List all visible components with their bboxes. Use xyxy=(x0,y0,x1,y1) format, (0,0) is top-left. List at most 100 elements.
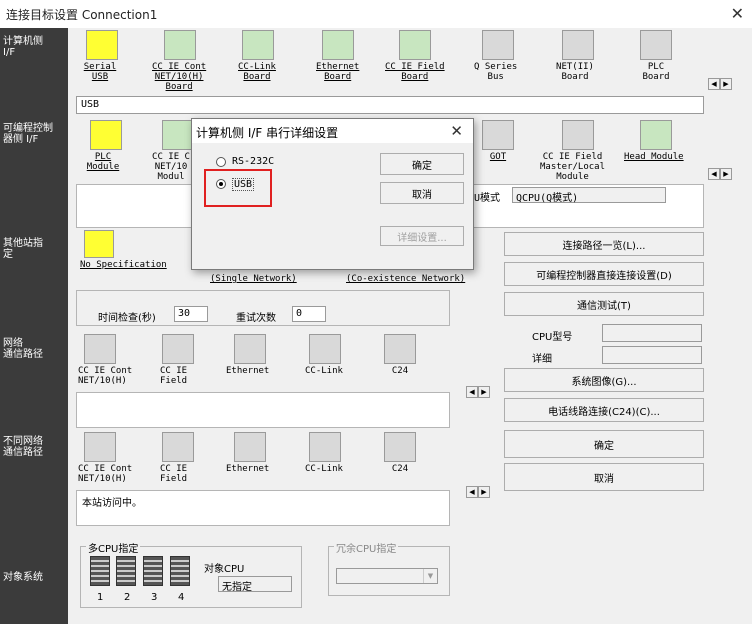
plc-mode-field: QCPU(Q模式) xyxy=(512,187,666,204)
close-icon[interactable]: ✕ xyxy=(731,4,744,23)
label-diff-network-route: 不同网络 通信路径 xyxy=(3,436,43,458)
single-network-label[interactable]: (Single Network) xyxy=(210,274,297,284)
redundant-cpu-group-label: 冗余CPU指定 xyxy=(334,540,399,555)
got-icon xyxy=(482,120,514,150)
cpu-4-icon[interactable] xyxy=(170,556,190,586)
net-ii-board-icon xyxy=(562,30,594,60)
cancel-button[interactable]: 取消 xyxy=(504,463,704,491)
direct-connect-button[interactable]: 可编程控制器直接连接设置(D) xyxy=(504,262,704,286)
ok-button[interactable]: 确定 xyxy=(504,430,704,458)
plc-if-cc-ie-module[interactable]: CC IE C NET/10 Modul xyxy=(148,120,194,182)
arrow-left-icon[interactable]: ◀ xyxy=(708,78,720,90)
usb-highlight-box xyxy=(204,169,272,207)
pc-if-label: Q Series Bus xyxy=(474,62,518,82)
c24-route-icon xyxy=(384,432,416,462)
label-network-route: 网络 通信路径 xyxy=(3,338,43,360)
no-spec-label: No Specification xyxy=(80,260,167,270)
coexistence-network-label[interactable]: (Co-existence Network) xyxy=(346,274,465,284)
plc-if-label: Head Module xyxy=(624,152,684,162)
plc-if-label: PLC Module xyxy=(86,152,120,172)
other-station-no-spec[interactable]: No Specification xyxy=(80,230,167,270)
cc-ie-module-icon xyxy=(162,120,194,150)
route-list-button[interactable]: 连接路径一览(L)... xyxy=(504,232,704,256)
pc-if-scroll-arrows[interactable]: ◀ ▶ xyxy=(708,78,732,90)
cpu-3-icon[interactable] xyxy=(143,556,163,586)
dialog-ok-button[interactable]: 确定 xyxy=(380,153,464,175)
plc-if-head-module[interactable]: Head Module xyxy=(624,120,684,162)
arrow-left-icon[interactable]: ◀ xyxy=(466,386,478,398)
arrow-left-icon[interactable]: ◀ xyxy=(466,486,478,498)
serial-detail-dialog: 计算机侧 I/F 串行详细设置 ✕ RS-232C USB 确定 取消 详细设置… xyxy=(191,118,474,270)
network-route-item[interactable]: CC IE Cont NET/10(H) xyxy=(78,334,132,386)
arrow-right-icon[interactable]: ▶ xyxy=(478,486,490,498)
cpu-num: 4 xyxy=(178,592,185,603)
pc-if-net-ii[interactable]: NET(II) Board xyxy=(556,30,594,82)
arrow-right-icon[interactable]: ▶ xyxy=(720,168,732,180)
network-route-item[interactable]: CC IE Field xyxy=(160,334,194,386)
system-image-button[interactable]: 系统图像(G)... xyxy=(504,368,704,392)
time-check-input[interactable]: 30 xyxy=(174,306,208,322)
diff-network-item-label: C24 xyxy=(391,464,409,474)
cc-link-board-icon xyxy=(242,30,274,60)
pc-if-label: Serial USB xyxy=(83,62,117,82)
plc-if-got[interactable]: GOT xyxy=(482,120,514,162)
network-route-detail-box xyxy=(76,392,450,428)
comm-test-button[interactable]: 通信测试(T) xyxy=(504,292,704,316)
pc-if-serial-usb[interactable]: Serial USB xyxy=(82,30,118,82)
pc-if-label: PLC Board xyxy=(642,62,670,82)
dialog-title-bar: 计算机侧 I/F 串行详细设置 ✕ xyxy=(192,119,473,143)
network-route-arrows[interactable]: ◀ ▶ xyxy=(466,386,490,398)
diff-network-item[interactable]: C24 xyxy=(384,432,416,474)
arrow-right-icon[interactable]: ▶ xyxy=(478,386,490,398)
pc-if-plc-board[interactable]: PLC Board xyxy=(640,30,672,82)
window-title: 连接目标设置 Connection1 xyxy=(6,8,158,22)
target-cpu-label: 对象CPU xyxy=(204,564,245,575)
plc-if-label: GOT xyxy=(489,152,507,162)
chevron-down-icon: ▼ xyxy=(423,569,437,583)
multi-cpu-group-label: 多CPU指定 xyxy=(86,540,141,555)
pc-if-ethernet[interactable]: Ethernet Board xyxy=(316,30,359,82)
plc-if-scroll-arrows[interactable]: ◀ ▶ xyxy=(708,168,732,180)
head-module-icon xyxy=(640,120,672,150)
close-icon[interactable]: ✕ xyxy=(450,122,463,140)
time-check-label: 时间检查(秒) xyxy=(98,313,156,324)
network-item-label: Ethernet xyxy=(226,366,270,376)
detail-field xyxy=(602,346,702,364)
cc-ie-field-route-icon xyxy=(162,334,194,364)
network-route-item[interactable]: C24 xyxy=(384,334,416,376)
pc-if-cc-ie-field[interactable]: CC IE Field Board xyxy=(385,30,445,82)
network-route-item[interactable]: CC-Link xyxy=(305,334,343,376)
ethernet-route-icon xyxy=(234,432,266,462)
pc-if-cc-ie-cont[interactable]: CC IE Cont NET/10(H) Board xyxy=(152,30,206,92)
status-text: 本站访问中。 xyxy=(82,498,142,509)
pc-if-label: CC IE Field Board xyxy=(385,62,445,82)
serial-usb-icon xyxy=(86,30,118,60)
network-route-item[interactable]: Ethernet xyxy=(226,334,269,376)
pc-if-selected-field: USB xyxy=(76,96,704,114)
pc-if-q-series-bus[interactable]: Q Series Bus xyxy=(474,30,517,82)
diff-network-item[interactable]: CC-Link xyxy=(305,432,343,474)
cpu-2-icon[interactable] xyxy=(116,556,136,586)
pc-if-label: Ethernet Board xyxy=(316,62,360,82)
dialog-cancel-button[interactable]: 取消 xyxy=(380,182,464,204)
plc-if-plc-module[interactable]: PLC Module xyxy=(84,120,122,172)
phone-line-button[interactable]: 电话线路连接(C24)(C)... xyxy=(504,398,704,422)
retry-input[interactable]: 0 xyxy=(292,306,326,322)
diff-network-item[interactable]: CC IE Field xyxy=(160,432,194,484)
rs232c-radio[interactable] xyxy=(216,157,226,167)
diff-network-arrows[interactable]: ◀ ▶ xyxy=(466,486,490,498)
arrow-right-icon[interactable]: ▶ xyxy=(720,78,732,90)
cpu-1-icon[interactable] xyxy=(90,556,110,586)
label-plc-if: 可编程控制 器侧 I/F xyxy=(3,123,53,145)
label-other-station: 其他站指 定 xyxy=(3,238,43,260)
network-item-label: CC IE Field xyxy=(160,366,188,386)
rs232c-label[interactable]: RS-232C xyxy=(232,156,274,167)
cpu-model-field xyxy=(602,324,702,342)
pc-if-cc-link[interactable]: CC-Link Board xyxy=(238,30,276,82)
diff-network-item[interactable]: CC IE Cont NET/10(H) xyxy=(78,432,132,484)
title-bar: 连接目标设置 Connection1 ✕ xyxy=(0,0,752,28)
arrow-left-icon[interactable]: ◀ xyxy=(708,168,720,180)
plc-if-cc-ie-field-master[interactable]: CC IE Field Master/Local Module xyxy=(540,120,605,182)
diff-network-item[interactable]: Ethernet xyxy=(226,432,269,474)
plc-module-icon xyxy=(90,120,122,150)
